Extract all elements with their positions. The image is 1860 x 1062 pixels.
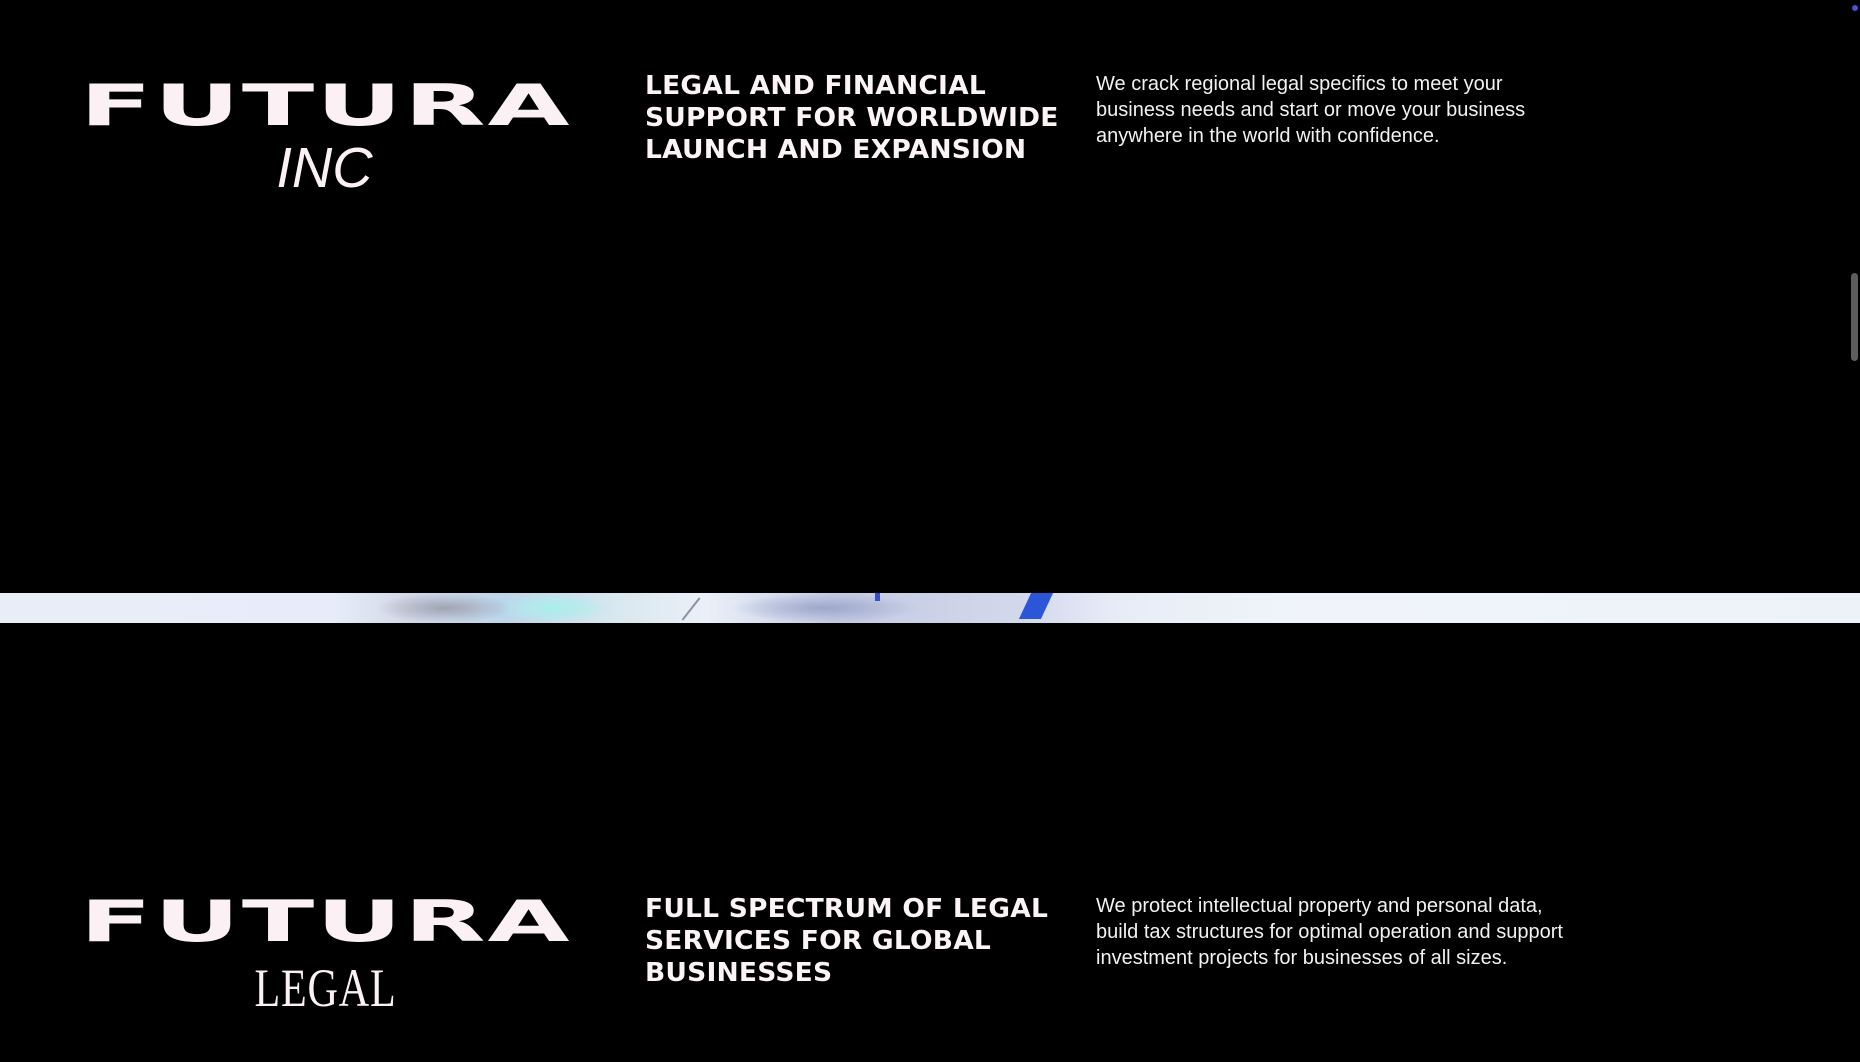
- futura-inc-logo[interactable]: FUTURA INC: [80, 78, 570, 200]
- section-futura-inc: FUTURA INC LEGAL AND FINANCIAL SUPPORT F…: [0, 0, 1860, 593]
- section-futura-legal: FUTURA LEGAL FULL SPECTRUM OF LEGAL SERV…: [0, 623, 1860, 1062]
- futura-legal-logo[interactable]: FUTURA LEGAL: [80, 894, 570, 1018]
- logo-wordmark: FUTURA: [79, 889, 572, 955]
- section-heading: LEGAL AND FINANCIAL SUPPORT FOR WORLDWID…: [645, 71, 1059, 165]
- hero-image-strip: [0, 593, 1860, 623]
- section-description: We crack regional legal specifics to mee…: [1096, 73, 1526, 147]
- scrollbar-thumb[interactable]: [1851, 273, 1858, 361]
- section-heading: FULL SPECTRUM OF LEGAL SERVICES FOR GLOB…: [645, 894, 1049, 988]
- logo-subtitle: LEGAL: [254, 958, 397, 1018]
- logo-wordmark: FUTURA: [79, 73, 572, 139]
- logo-subtitle: INC: [276, 136, 373, 200]
- section-description: We protect intellectual property and per…: [1096, 895, 1563, 969]
- scroll-indicator-dot-icon: [1852, 5, 1858, 11]
